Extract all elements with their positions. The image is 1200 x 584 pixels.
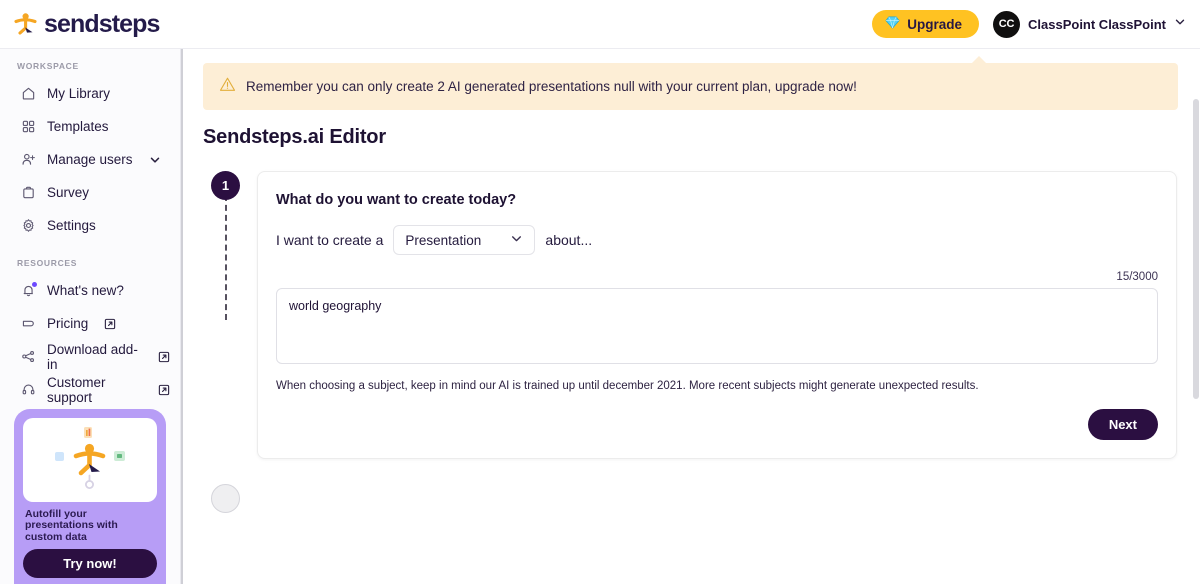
card-actions: Next <box>276 409 1158 440</box>
upgrade-button[interactable]: Upgrade <box>872 10 980 38</box>
sidebar-item-templates[interactable]: Templates <box>0 110 180 143</box>
share-nodes-icon <box>20 349 36 365</box>
alert-text: Remember you can only create 2 AI genera… <box>246 79 857 94</box>
sidebar-item-download-add-in[interactable]: Download add-in <box>0 340 180 373</box>
sidebar-item-settings[interactable]: Settings <box>0 209 180 242</box>
card-question: What do you want to create today? <box>276 192 517 208</box>
top-bar: sendsteps Upgrade CC ClassPoint ClassPoi… <box>0 0 1200 49</box>
diamond-gem-icon <box>885 16 900 32</box>
sidebar-item-customer-support[interactable]: Customer support <box>0 373 180 406</box>
promo-image <box>23 418 157 503</box>
sidebar-item-label: Survey <box>47 185 90 200</box>
create-card: What do you want to create today? I want… <box>257 171 1177 459</box>
step-rail: 1 <box>203 171 249 513</box>
app-root: sendsteps Upgrade CC ClassPoint ClassPoi… <box>0 0 1200 584</box>
sidebar-item-manage-users[interactable]: Manage users <box>0 143 180 176</box>
user-plus-icon <box>20 152 36 168</box>
subject-textarea[interactable] <box>276 288 1158 364</box>
subject-hint: When choosing a subject, keep in mind ou… <box>276 380 979 392</box>
user-menu[interactable]: CC ClassPoint ClassPoint <box>993 10 1186 38</box>
sidebar-item-label: What's new? <box>47 283 124 298</box>
sidebar-item-my-library[interactable]: My Library <box>0 77 180 110</box>
sidebar-item-label: Settings <box>47 218 96 233</box>
upgrade-label: Upgrade <box>907 16 963 32</box>
chevron-down-icon <box>149 154 161 166</box>
promo-text: Autofill your presentations with custom … <box>25 508 118 543</box>
sidebar-item-label: Manage users <box>47 152 133 167</box>
avatar: CC <box>993 10 1021 38</box>
grid-icon <box>20 119 36 135</box>
sidebar-section-workspace: WORKSPACE <box>17 61 79 71</box>
step-rail-line <box>225 195 227 320</box>
chevron-down-icon <box>1174 15 1186 33</box>
chevron-down-icon <box>510 232 523 248</box>
brand-name: sendsteps <box>44 9 160 38</box>
external-link-icon <box>158 351 170 363</box>
brand-logo[interactable]: sendsteps <box>10 9 160 39</box>
page-title: Sendsteps.ai Editor <box>203 126 386 148</box>
page-scrollbar[interactable] <box>1193 99 1199 584</box>
content-type-select[interactable]: Presentation <box>393 225 536 255</box>
upgrade-alert-banner: Remember you can only create 2 AI genera… <box>203 56 1178 110</box>
tag-icon <box>20 316 36 332</box>
external-link-icon <box>158 384 170 396</box>
sidebar-item-label: Templates <box>47 119 109 134</box>
top-bar-right: Upgrade CC ClassPoint ClassPoint <box>872 10 1186 38</box>
notification-dot <box>32 281 37 287</box>
create-type-row: I want to create a Presentation about... <box>276 225 1158 255</box>
next-button[interactable]: Next <box>1087 409 1158 440</box>
character-counter: 15/3000 <box>1116 271 1158 283</box>
sidebar-item-label: Customer support <box>47 374 106 405</box>
step-indicator-1: 1 <box>211 171 240 200</box>
sidebar-item-whats-new[interactable]: What's new? <box>0 274 180 307</box>
headset-icon <box>20 382 36 398</box>
sidebar: WORKSPACE My Library Templates Manage us… <box>0 49 181 584</box>
promo-card[interactable]: Autofill your presentations with custom … <box>14 409 166 584</box>
clipboard-icon <box>20 185 36 201</box>
step-indicator-2 <box>211 484 240 513</box>
external-link-icon <box>104 318 116 330</box>
try-now-button[interactable]: Try now! <box>23 549 157 578</box>
user-name: ClassPoint ClassPoint <box>1028 16 1166 32</box>
sidebar-section-resources: RESOURCES <box>17 258 78 268</box>
alert-notch <box>971 56 987 64</box>
create-prefix-label: I want to create a <box>276 232 384 248</box>
sendsteps-mascot-logo-icon <box>10 9 40 39</box>
content-type-value: Presentation <box>405 232 482 248</box>
sidebar-item-survey[interactable]: Survey <box>0 176 180 209</box>
sidebar-divider <box>181 49 183 584</box>
body-split: WORKSPACE My Library Templates Manage us… <box>0 49 1200 584</box>
create-suffix-label: about... <box>545 232 593 248</box>
warning-triangle-icon <box>219 76 236 98</box>
sidebar-item-label: Download add-in <box>47 341 138 372</box>
main-content: Remember you can only create 2 AI genera… <box>181 49 1200 584</box>
sidebar-item-pricing[interactable]: Pricing <box>0 307 180 340</box>
sidebar-item-label: My Library <box>47 86 111 101</box>
bell-icon <box>20 281 37 299</box>
sidebar-item-label: Pricing <box>47 316 89 331</box>
editor-step-row: 1 What do you want to create today? I wa… <box>203 171 1178 513</box>
gear-icon <box>20 218 36 234</box>
page-scrollbar-thumb[interactable] <box>1193 99 1199 399</box>
sendsteps-mascot-data-illustration-icon <box>34 423 146 498</box>
home-icon <box>20 86 36 102</box>
